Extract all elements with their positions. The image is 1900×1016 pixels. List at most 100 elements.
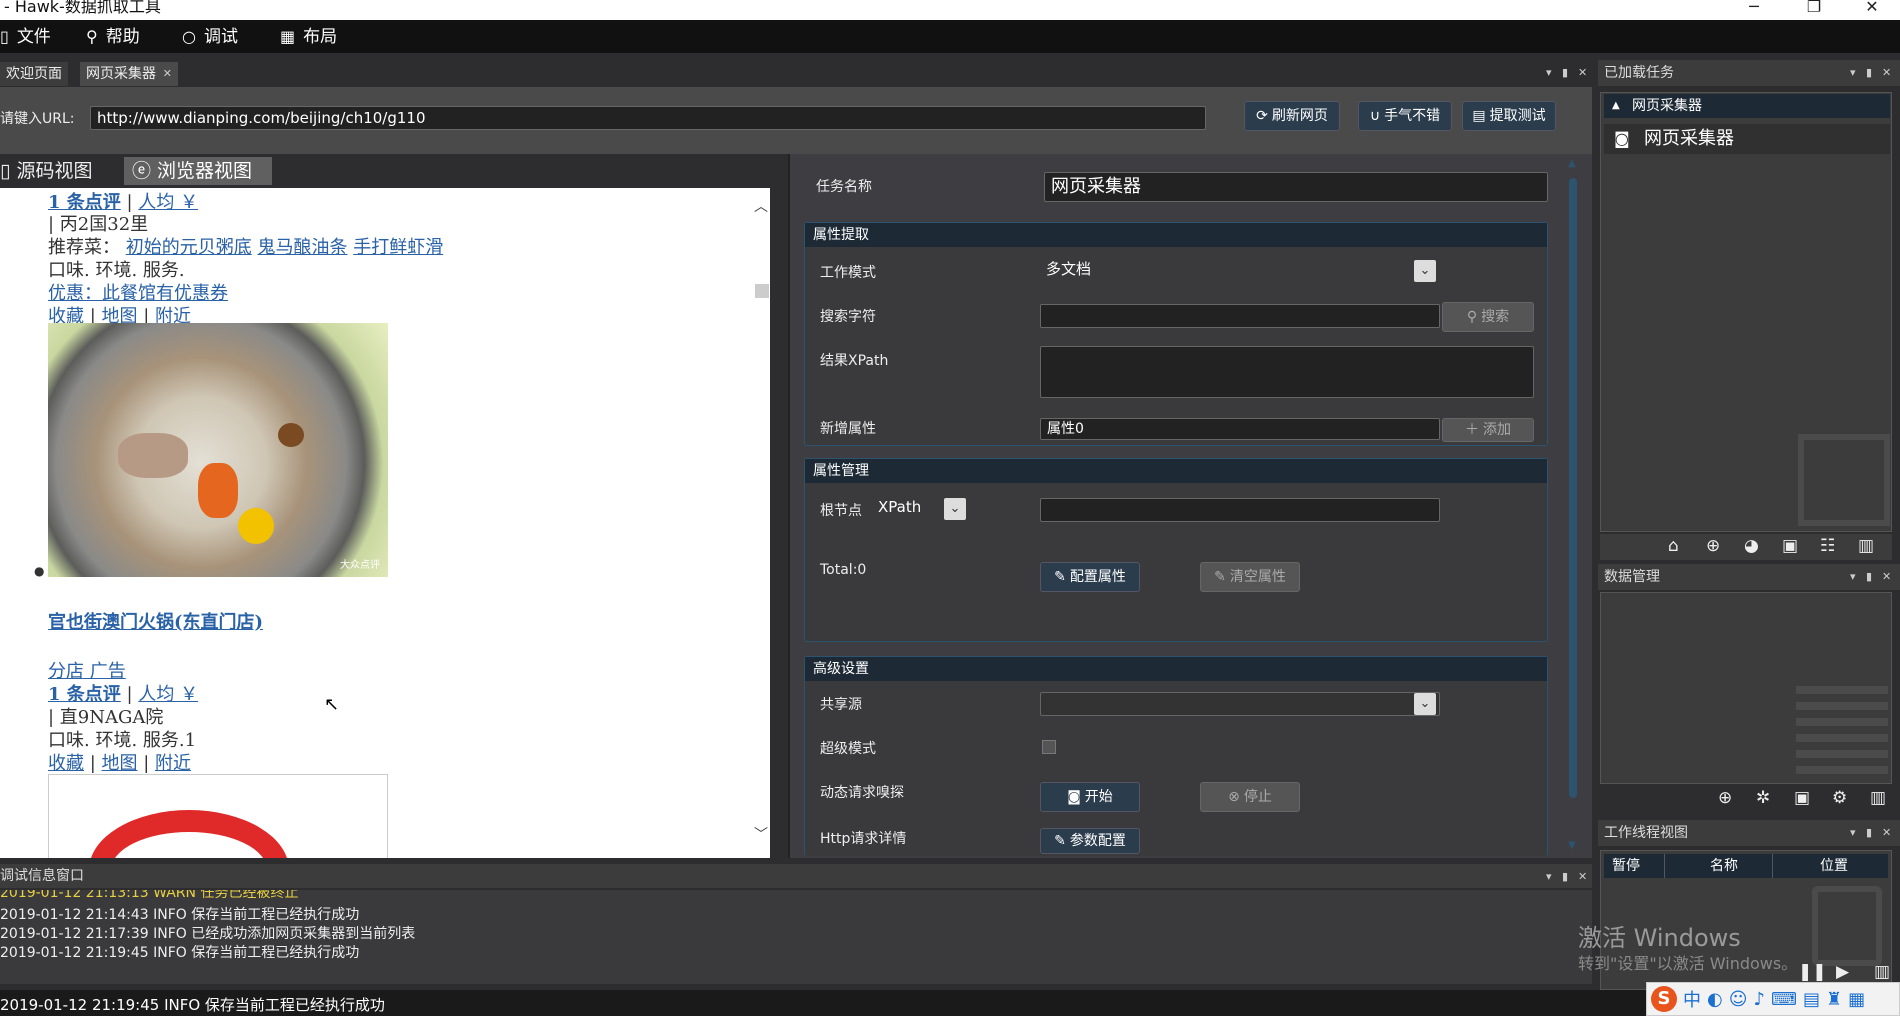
pin-icon[interactable]: ▮	[1866, 826, 1872, 839]
clear-attr-button[interactable]: ✎ 清空属性	[1200, 562, 1300, 592]
trash-icon[interactable]: ▥	[1874, 962, 1890, 982]
close-icon[interactable]: ✕	[1882, 66, 1891, 79]
task-name-input[interactable]: 网页采集器	[1044, 172, 1548, 202]
save-icon[interactable]: ▣	[1794, 788, 1810, 808]
plus-icon[interactable]: ⊕	[1718, 788, 1732, 808]
chevron-down-icon[interactable]: ⌄	[1414, 260, 1436, 282]
scroll-thumb[interactable]	[1569, 178, 1577, 798]
extract-test-button[interactable]: ▤ 提取测试	[1462, 101, 1556, 131]
scroll-up-icon[interactable]: ▲	[1568, 158, 1576, 169]
close-icon[interactable]: ✕	[1882, 826, 1891, 839]
ime-lang-toggle[interactable]: 中	[1683, 986, 1701, 1012]
emoji-icon[interactable]: ☺	[1729, 989, 1748, 1010]
moon-icon[interactable]: ◐	[1707, 989, 1723, 1010]
settings-icon[interactable]: ☷	[1820, 536, 1835, 556]
close-icon[interactable]: ✕	[1578, 66, 1587, 79]
pause-icon[interactable]: ❚❚	[1798, 962, 1827, 982]
search-input[interactable]	[1040, 304, 1440, 328]
log-line: 2019-01-12 21:17:39 INFO 已经成功添加网页采集器到当前列…	[0, 926, 416, 942]
save-icon[interactable]: ▣	[1782, 536, 1798, 556]
review-link[interactable]: 1 条点评	[48, 684, 121, 705]
menu-file[interactable]: ▯ 文件	[0, 24, 51, 50]
new-attr-input[interactable]: 属性0	[1040, 418, 1440, 440]
play-icon[interactable]: ▶	[1836, 962, 1849, 982]
dropdown-icon[interactable]: ▾	[1546, 870, 1552, 883]
plus-icon[interactable]: ⊕	[1706, 536, 1720, 556]
dish-link[interactable]: 手打鲜虾滑	[353, 237, 443, 258]
mic-icon[interactable]: ♪	[1753, 989, 1765, 1010]
add-attr-button[interactable]: ＋添加	[1442, 418, 1534, 442]
tab-close-icon[interactable]: ✕	[163, 62, 172, 86]
pin-icon[interactable]: ▮	[1562, 66, 1568, 79]
pin-icon[interactable]: ▮	[1866, 570, 1872, 583]
dish-photo[interactable]: 大众点评	[48, 323, 388, 577]
root-node-input[interactable]	[1040, 498, 1440, 522]
collapse-icon[interactable]: ▲	[1612, 94, 1620, 118]
grid-icon[interactable]: ▦	[1848, 989, 1865, 1010]
tab-browser-view[interactable]: ⓔ 浏览器视图	[124, 157, 272, 185]
dropdown-icon[interactable]: ▾	[1850, 66, 1856, 79]
close-icon[interactable]: ✕	[1578, 870, 1587, 883]
param-config-button[interactable]: ✎ 参数配置	[1040, 828, 1140, 854]
minimize-button[interactable]: ─	[1734, 0, 1774, 18]
close-button[interactable]: ✕	[1852, 0, 1892, 18]
pin-icon[interactable]: ▮	[1866, 66, 1872, 79]
super-mode-label: 超级模式	[820, 741, 876, 757]
dropdown-icon[interactable]: ▾	[1546, 66, 1552, 79]
refresh-button[interactable]: ⟳ 刷新网页	[1244, 101, 1340, 131]
map-link[interactable]: 地图	[102, 753, 138, 774]
dish-link[interactable]: 鬼马酿油条	[257, 237, 347, 258]
avg-price-link[interactable]: 人均 ￥	[138, 684, 198, 705]
shop-name-link[interactable]: 官也街澳门火锅(东直门店)	[48, 608, 263, 634]
config-attr-button[interactable]: ✎ 配置属性	[1040, 562, 1140, 592]
favorite-link[interactable]: 收藏	[48, 753, 84, 774]
task-item-row[interactable]: ◙ 网页采集器	[1604, 124, 1890, 154]
menu-help[interactable]: ⚲ 帮助	[86, 24, 140, 50]
tab-web-collector[interactable]: 网页采集器 ✕	[80, 62, 178, 86]
scroll-down-icon[interactable]: ▼	[1568, 840, 1576, 851]
url-input[interactable]: http://www.dianping.com/beijing/ch10/g11…	[90, 106, 1206, 130]
palette-icon[interactable]: ◕	[1744, 536, 1759, 556]
start-button[interactable]: ◙ 开始	[1040, 782, 1140, 812]
col-pause[interactable]: 暂停	[1612, 854, 1640, 878]
web-scrollbar[interactable]: ︿ ﹀	[752, 188, 770, 858]
maximize-button[interactable]: ❐	[1794, 0, 1834, 18]
super-mode-checkbox[interactable]	[1042, 740, 1056, 754]
scroll-thumb[interactable]	[755, 284, 769, 298]
tab-welcome[interactable]: 欢迎页面	[0, 62, 68, 86]
shirt-icon[interactable]: ♜	[1826, 989, 1842, 1010]
scroll-up-icon[interactable]: ︿	[754, 196, 768, 216]
search-button[interactable]: ⚲ 搜索	[1442, 302, 1534, 332]
dropdown-icon[interactable]: ▾	[1850, 826, 1856, 839]
dish-link[interactable]: 初始的元贝粥底	[126, 237, 252, 258]
xpath-textarea[interactable]	[1040, 346, 1534, 398]
keyboard-icon[interactable]: ⌨	[1771, 989, 1797, 1010]
tab-source-view[interactable]: ▯ 源码视图	[0, 158, 92, 184]
shared-source-select[interactable]	[1040, 692, 1440, 716]
trash-icon[interactable]: ▥	[1858, 536, 1874, 556]
ime-toolbar[interactable]: S 中 ◐ ☺ ♪ ⌨ ▤ ♜ ▦	[1646, 982, 1900, 1016]
chevron-down-icon[interactable]: ⌄	[1414, 693, 1436, 715]
menu-layout[interactable]: ▦ 布局	[280, 24, 337, 50]
skin-icon[interactable]: ▤	[1803, 989, 1820, 1010]
config-scrollbar[interactable]: ▲ ▼	[1566, 156, 1580, 856]
dropdown-icon[interactable]: ▾	[1850, 570, 1856, 583]
lucky-button[interactable]: ∪ 手气不错	[1358, 101, 1452, 131]
col-position[interactable]: 位置	[1820, 854, 1848, 878]
shop-logo-image[interactable]	[48, 774, 388, 858]
gear-icon[interactable]: ⚙	[1832, 788, 1847, 808]
close-icon[interactable]: ✕	[1882, 570, 1891, 583]
col-name[interactable]: 名称	[1710, 854, 1738, 878]
chevron-down-icon[interactable]: ⌄	[944, 498, 966, 520]
trash-icon[interactable]: ▥	[1870, 788, 1886, 808]
mode-select[interactable]: 多文档	[1040, 258, 1440, 284]
asterisk-icon[interactable]: ✲	[1756, 788, 1770, 808]
home-icon[interactable]: ⌂	[1668, 536, 1679, 556]
scroll-down-icon[interactable]: ﹀	[754, 824, 768, 844]
menu-debug[interactable]: ○ 调试	[182, 24, 238, 50]
nearby-link[interactable]: 附近	[155, 753, 191, 774]
stop-button[interactable]: ⊗ 停止	[1200, 782, 1300, 812]
pin-icon[interactable]: ▮	[1562, 870, 1568, 883]
sogou-logo-icon[interactable]: S	[1651, 986, 1677, 1012]
task-group-row[interactable]: ▲ 网页采集器	[1604, 94, 1890, 118]
